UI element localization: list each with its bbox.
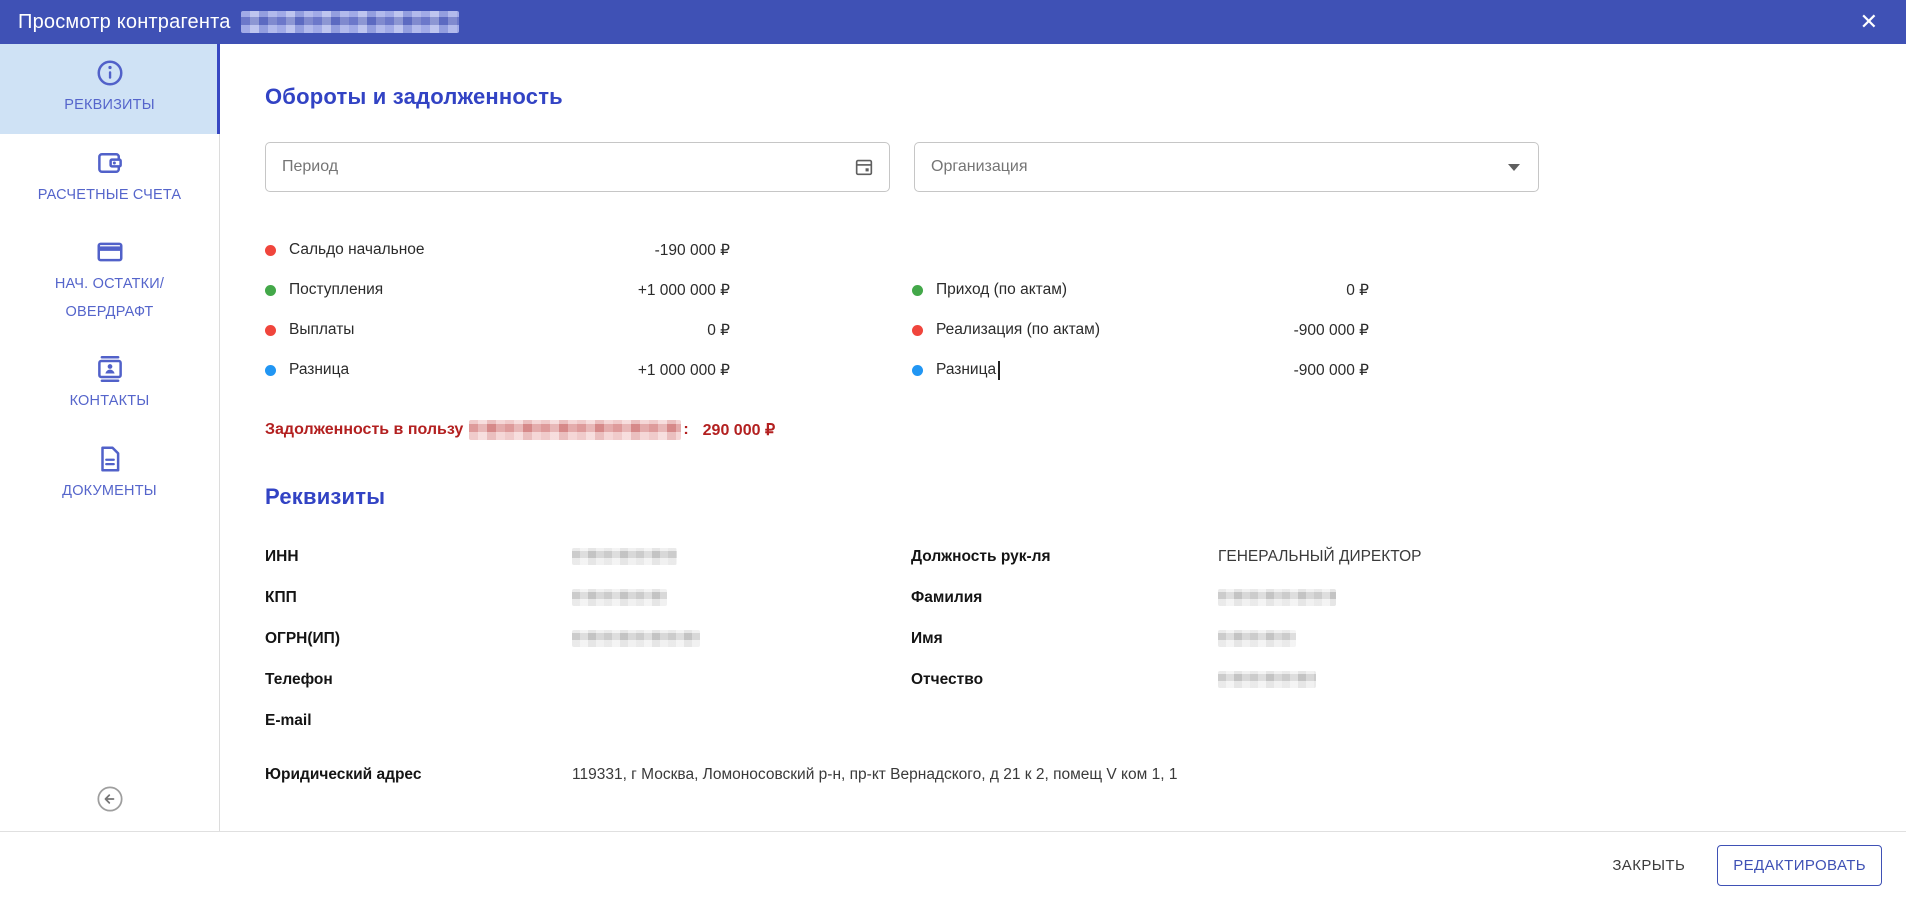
counterparty-view-dialog: Просмотр контрагента ✕ РЕКВИЗИТЫ РАСЧЕТНЫ…	[0, 0, 1906, 898]
turnover-row-label: Приход (по актам)	[936, 281, 1068, 298]
card-icon	[95, 237, 125, 267]
sidebar-item-label: НАЧ. ОСТАТКИ/ ОВЕРДРАФТ	[54, 276, 165, 320]
filters-row	[265, 142, 1876, 192]
requisites-grid: ИНН КПП ОГРН(ИП) Телефон E-mail Должность ру…	[265, 536, 1876, 741]
debt-beneficiary-redacted	[469, 420, 682, 440]
legal-address-label: Юридический адрес	[265, 765, 422, 783]
turnover-row-value: -900 000 ₽	[1293, 321, 1369, 339]
turnover-row-value: +1 000 000 ₽	[637, 361, 730, 379]
requisite-label: Должность рук-ля	[911, 547, 1051, 565]
dot-red-icon	[265, 324, 276, 336]
requisites-heading: Реквизиты	[265, 484, 386, 509]
turnover-heading: Обороты и задолженность	[265, 84, 563, 109]
turnover-row: Приход (по актам) 0 ₽	[912, 270, 1369, 310]
requisite-label: ИНН	[265, 547, 299, 565]
dialog-title: Просмотр контрагента	[18, 10, 231, 33]
counterparty-name-redacted	[240, 11, 459, 33]
debt-prefix: Задолженность в пользу	[265, 421, 464, 438]
dialog-footer: ЗАКРЫТЬ РЕДАКТИРОВАТЬ	[0, 831, 1906, 898]
turnover-row: Выплаты 0 ₽	[265, 310, 730, 350]
sidebar-item-document[interactable]: ДОКУМЕНТЫ	[0, 430, 219, 520]
turnover-row-value: -190 000 ₽	[654, 241, 730, 259]
turnover-row-value: +1 000 000 ₽	[637, 281, 730, 299]
requisite-row: ОГРН(ИП)	[265, 618, 885, 659]
turnover-row-label: Реализация (по актам)	[936, 321, 1100, 338]
debt-line: Задолженность в пользу : 290 000 ₽	[265, 420, 1876, 440]
dot-blue-icon	[912, 364, 923, 376]
requisite-label: Отчество	[911, 670, 984, 688]
sidebar-item-label: РАСЧЕТНЫЕ СЧЕТА	[37, 186, 182, 203]
turnover-row-value: 0 ₽	[707, 321, 730, 339]
sidebar-item-contacts[interactable]: КОНТАКТЫ	[0, 340, 219, 430]
requisite-row: Телефон	[265, 659, 885, 700]
turnover-summary: Сальдо начальное -190 000 ₽ Поступления +1 …	[265, 230, 1876, 390]
turnover-row-label: Разница	[936, 361, 997, 378]
document-icon	[95, 444, 125, 474]
debt-colon: :	[683, 421, 689, 438]
debt-amount: 290 000 ₽	[702, 422, 776, 439]
turnover-row-label: Разница	[289, 361, 350, 378]
organization-input[interactable]	[931, 158, 1504, 176]
dot-red-icon	[912, 324, 923, 336]
requisite-value-redacted	[1218, 630, 1296, 647]
requisite-row: Имя	[911, 618, 1551, 659]
wallet-icon	[95, 148, 125, 178]
organization-select[interactable]	[914, 142, 1539, 192]
requisite-label: ОГРН(ИП)	[265, 629, 340, 647]
requisite-row: ИНН	[265, 536, 885, 577]
dot-red-icon	[265, 244, 276, 256]
sidebar-item-label: КОНТАКТЫ	[69, 393, 150, 410]
requisite-row: Фамилия	[911, 577, 1551, 618]
requisite-value-redacted	[572, 548, 677, 565]
sidebar-item-info[interactable]: РЕКВИЗИТЫ	[0, 44, 220, 134]
turnover-row: Разница -900 000 ₽	[912, 350, 1369, 390]
requisite-value-redacted	[572, 589, 667, 606]
requisite-value-redacted	[1218, 671, 1316, 688]
contacts-icon	[95, 354, 125, 384]
turnover-row: Разница +1 000 000 ₽	[265, 350, 730, 390]
legal-address-row: Юридический адрес 119331, г Москва, Ломо…	[265, 754, 1876, 795]
turnover-row-value: -900 000 ₽	[1293, 361, 1369, 379]
edit-button[interactable]: РЕДАКТИРОВАТЬ	[1717, 844, 1882, 886]
dialog-header: Просмотр контрагента ✕	[0, 0, 1906, 44]
requisite-row: E-mail	[265, 700, 885, 741]
requisite-label: E-mail	[265, 711, 312, 729]
requisite-value-redacted	[1218, 589, 1336, 606]
main-content: Обороты и задолженность Сальдо начальное…	[220, 44, 1906, 831]
requisite-row: Отчество	[911, 659, 1551, 700]
turnover-row-label: Сальдо начальное	[289, 241, 425, 258]
dot-blue-icon	[265, 364, 276, 376]
period-field[interactable]	[265, 142, 890, 192]
sidebar-item-card[interactable]: НАЧ. ОСТАТКИ/ ОВЕРДРАФТ	[0, 223, 219, 340]
turnover-row: Сальдо начальное -190 000 ₽	[265, 230, 730, 270]
text-cursor	[998, 360, 1000, 380]
info-icon	[95, 58, 125, 88]
period-input[interactable]	[282, 158, 853, 176]
requisite-row: КПП	[265, 577, 885, 618]
sidebar-item-label: РЕКВИЗИТЫ	[64, 97, 155, 113]
requisite-row: Должность рук-ля ГЕНЕРАЛЬНЫЙ ДИРЕКТОР	[911, 536, 1551, 577]
close-button[interactable]: ЗАКРЫТЬ	[1608, 849, 1689, 882]
requisite-value-redacted	[572, 630, 700, 647]
sidebar: РЕКВИЗИТЫ РАСЧЕТНЫЕ СЧЕТА НАЧ. ОСТАТКИ/ ОВ…	[0, 44, 220, 831]
sidebar-item-label: ДОКУМЕНТЫ	[62, 482, 157, 499]
legal-address-value: 119331, г Москва, Ломоносовский р-н, пр-…	[572, 765, 1178, 783]
chevron-down-icon[interactable]	[1508, 163, 1520, 171]
turnover-row: Реализация (по актам) -900 000 ₽	[912, 310, 1369, 350]
calendar-icon[interactable]	[853, 156, 875, 178]
dot-green-icon	[265, 284, 276, 296]
turnover-row: Поступления +1 000 000 ₽	[265, 270, 730, 310]
sidebar-item-wallet[interactable]: РАСЧЕТНЫЕ СЧЕТА	[0, 134, 219, 224]
dot-green-icon	[912, 284, 923, 296]
turnover-row-label: Поступления	[289, 281, 384, 298]
requisite-label: КПП	[265, 588, 297, 606]
turnover-row-label: Выплаты	[289, 321, 355, 338]
collapse-back-icon[interactable]	[96, 785, 124, 813]
requisite-value: ГЕНЕРАЛЬНЫЙ ДИРЕКТОР	[1218, 547, 1422, 565]
turnover-row-value: 0 ₽	[1346, 281, 1369, 299]
requisite-label: Телефон	[265, 670, 333, 688]
requisite-label: Фамилия	[911, 588, 983, 606]
requisite-label: Имя	[911, 629, 943, 647]
close-icon[interactable]: ✕	[1854, 7, 1884, 37]
